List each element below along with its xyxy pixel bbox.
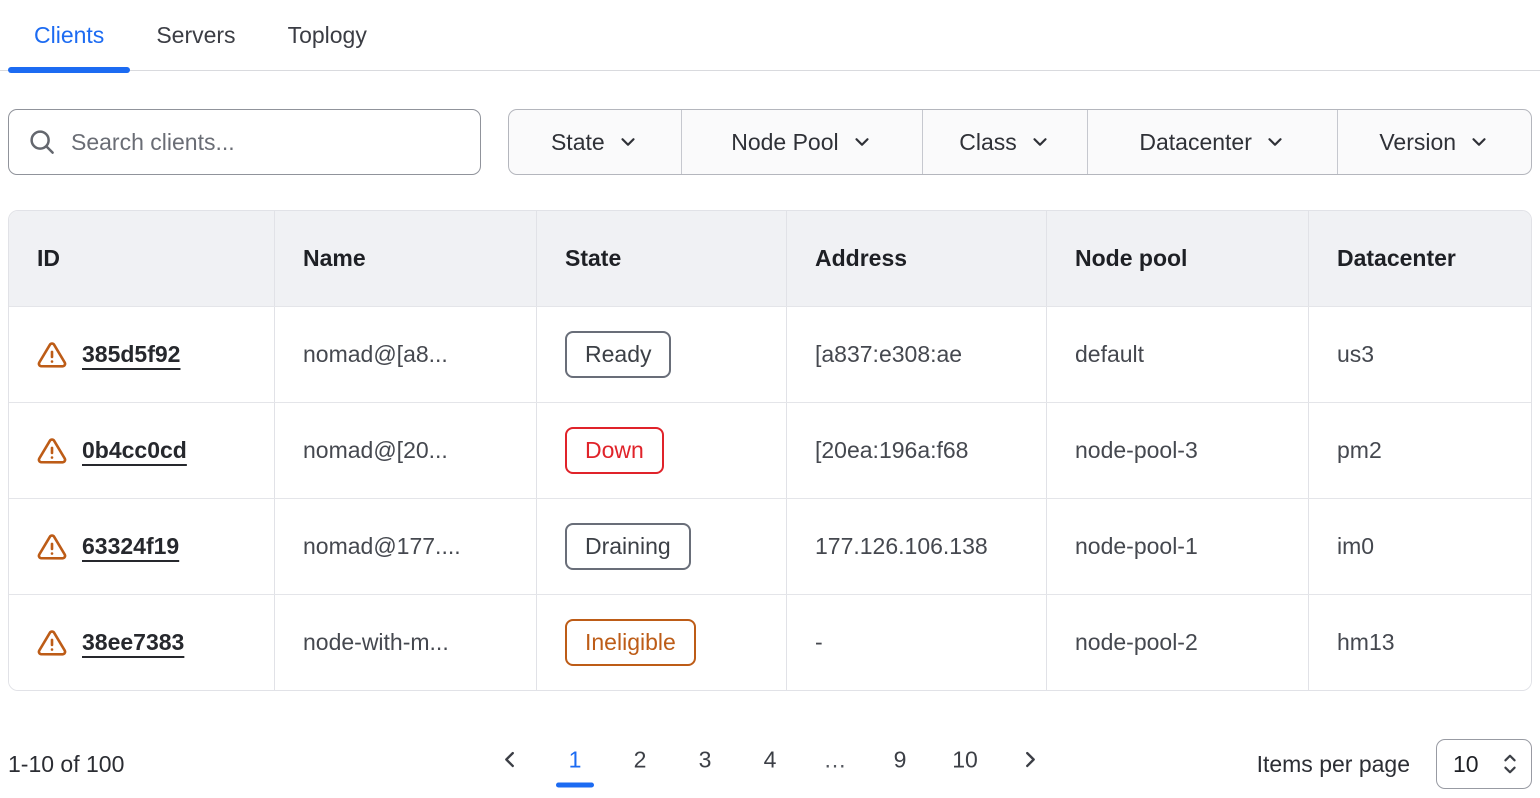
- chevron-down-icon: [1029, 131, 1051, 153]
- search-input[interactable]: [71, 129, 462, 156]
- page-button[interactable]: 9: [880, 732, 920, 788]
- page-list: 1234 … 9 10: [555, 732, 985, 788]
- state-cell: Down: [536, 403, 786, 498]
- client-id-link[interactable]: 38ee7383: [82, 629, 184, 656]
- toolbar: State Node Pool Class Datacenter Version: [8, 109, 1532, 175]
- tabs: ClientsServersToplogy: [0, 0, 1540, 71]
- table-body: 385d5f92 nomad@[a8... Ready [a837:e308:a…: [9, 306, 1531, 690]
- pagination: 1234 … 9 10: [490, 732, 1050, 788]
- tab[interactable]: Clients: [8, 0, 130, 70]
- state-cell: Ineligible: [536, 595, 786, 690]
- client-datacenter: im0: [1308, 499, 1531, 594]
- column-header: Node pool: [1046, 211, 1308, 306]
- table-row: 385d5f92 nomad@[a8... Ready [a837:e308:a…: [9, 306, 1531, 402]
- client-datacenter: pm2: [1308, 403, 1531, 498]
- items-per-page-label: Items per page: [1257, 751, 1410, 778]
- client-name: nomad@[20...: [274, 403, 536, 498]
- client-id-link[interactable]: 385d5f92: [82, 341, 180, 368]
- filter-button[interactable]: Version: [1337, 110, 1531, 174]
- state-badge: Ineligible: [565, 619, 696, 666]
- filter-button[interactable]: State: [509, 110, 681, 174]
- warning-icon: [37, 628, 67, 658]
- client-address: [20ea:196a:f68: [786, 403, 1046, 498]
- page-button[interactable]: 2: [620, 732, 660, 788]
- filter-button[interactable]: Node Pool: [681, 110, 923, 174]
- client-node-pool: node-pool-2: [1046, 595, 1308, 690]
- client-node-pool: default: [1046, 307, 1308, 402]
- state-cell: Ready: [536, 307, 786, 402]
- client-name: nomad@177....: [274, 499, 536, 594]
- column-header: ID: [9, 211, 274, 306]
- tab[interactable]: Servers: [130, 0, 261, 70]
- id-cell: 385d5f92: [9, 307, 274, 402]
- client-address: [a837:e308:ae: [786, 307, 1046, 402]
- page-button[interactable]: 3: [685, 732, 725, 788]
- page-button[interactable]: 10: [945, 732, 985, 788]
- column-header: State: [536, 211, 786, 306]
- column-header: Address: [786, 211, 1046, 306]
- chevron-down-icon: [1468, 131, 1490, 153]
- id-cell: 63324f19: [9, 499, 274, 594]
- filter-group: State Node Pool Class Datacenter Version: [508, 109, 1532, 175]
- table-row: 63324f19 nomad@177.... Draining 177.126.…: [9, 498, 1531, 594]
- tab[interactable]: Toplogy: [262, 0, 393, 70]
- warning-icon: [37, 340, 67, 370]
- state-badge: Down: [565, 427, 664, 474]
- chevron-left-icon: [499, 749, 521, 771]
- warning-icon: [37, 436, 67, 466]
- client-address: 177.126.106.138: [786, 499, 1046, 594]
- chevron-down-icon: [617, 131, 639, 153]
- filter-button[interactable]: Datacenter: [1087, 110, 1338, 174]
- chevron-down-icon: [851, 131, 873, 153]
- chevron-down-icon: [1264, 131, 1286, 153]
- table-row: 0b4cc0cd nomad@[20... Down [20ea:196a:f6…: [9, 402, 1531, 498]
- client-name: nomad@[a8...: [274, 307, 536, 402]
- client-node-pool: node-pool-3: [1046, 403, 1308, 498]
- client-name: node-with-m...: [274, 595, 536, 690]
- chevron-right-icon: [1019, 749, 1041, 771]
- id-cell: 38ee7383: [9, 595, 274, 690]
- search-box: [8, 109, 481, 175]
- items-per-page: Items per page 10: [1257, 739, 1532, 789]
- state-badge: Ready: [565, 331, 671, 378]
- page-ellipsis: …: [815, 732, 855, 788]
- table-header-row: IDNameStateAddressNode poolDatacenter: [9, 211, 1531, 306]
- client-id-link[interactable]: 0b4cc0cd: [82, 437, 187, 464]
- items-per-page-value: 10: [1453, 751, 1479, 778]
- column-header: Datacenter: [1308, 211, 1531, 306]
- pagination-summary: 1-10 of 100: [8, 751, 124, 778]
- state-badge: Draining: [565, 523, 691, 570]
- items-per-page-select[interactable]: 10: [1436, 739, 1532, 789]
- filter-label: Node Pool: [731, 129, 838, 156]
- next-page-button[interactable]: [1010, 732, 1050, 788]
- footer: 1-10 of 100 1234 … 9 10 Items per page 10: [8, 731, 1532, 797]
- client-datacenter: us3: [1308, 307, 1531, 402]
- clients-table: IDNameStateAddressNode poolDatacenter 38…: [8, 210, 1532, 691]
- search-icon: [27, 127, 57, 157]
- client-node-pool: node-pool-1: [1046, 499, 1308, 594]
- filter-button[interactable]: Class: [922, 110, 1087, 174]
- warning-icon: [37, 532, 67, 562]
- filter-label: Class: [959, 129, 1017, 156]
- id-cell: 0b4cc0cd: [9, 403, 274, 498]
- page-button[interactable]: 4: [750, 732, 790, 788]
- prev-page-button[interactable]: [490, 732, 530, 788]
- column-header: Name: [274, 211, 536, 306]
- filter-label: Datacenter: [1139, 129, 1252, 156]
- state-cell: Draining: [536, 499, 786, 594]
- client-datacenter: hm13: [1308, 595, 1531, 690]
- filter-label: Version: [1379, 129, 1456, 156]
- client-address: -: [786, 595, 1046, 690]
- stepper-icon: [1499, 751, 1521, 777]
- table-row: 38ee7383 node-with-m... Ineligible - nod…: [9, 594, 1531, 690]
- client-id-link[interactable]: 63324f19: [82, 533, 179, 560]
- filter-label: State: [551, 129, 605, 156]
- page-button[interactable]: 1: [555, 732, 595, 788]
